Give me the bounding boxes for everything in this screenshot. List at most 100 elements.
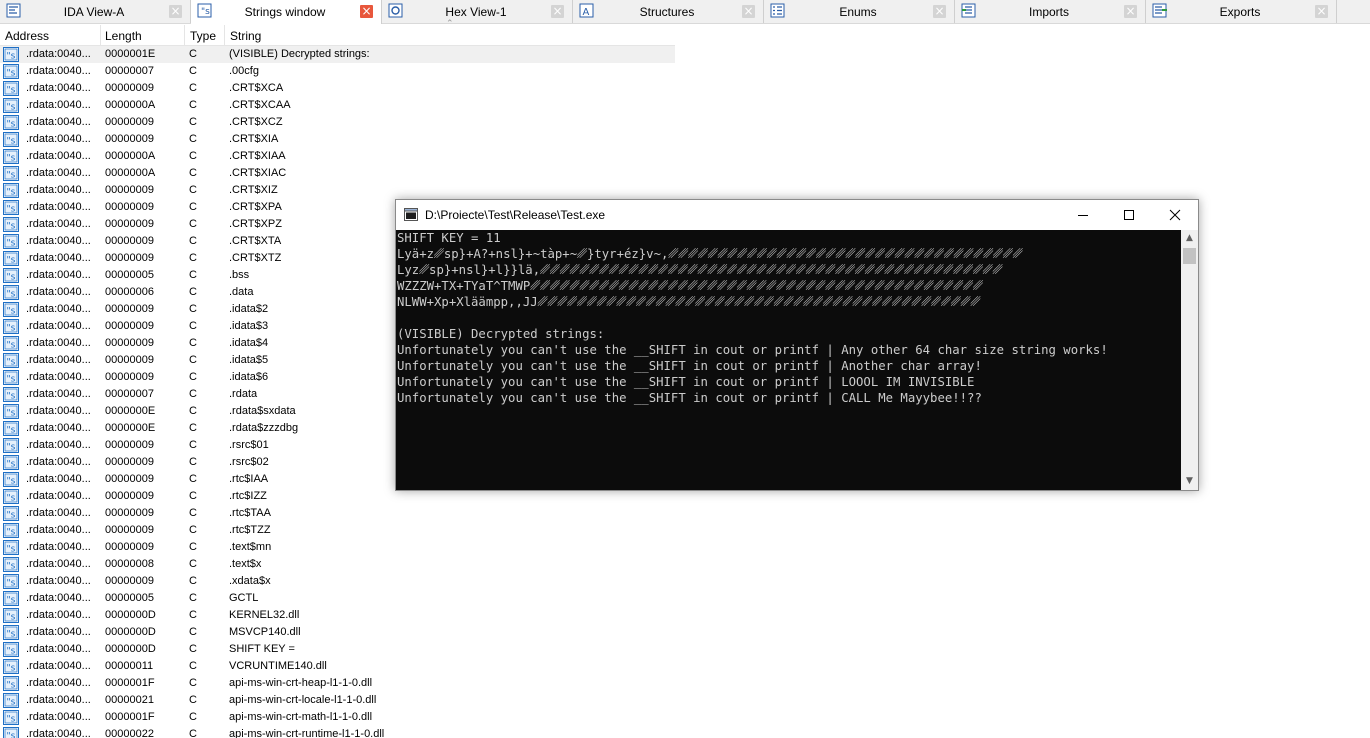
cell-string: .CRT$XPA [229, 201, 282, 213]
svg-text:"s: "s [7, 596, 16, 606]
cell-address: .rdata:0040... [26, 286, 91, 298]
table-row[interactable]: "s .rdata:0040... 00000005 C GCTL [0, 590, 675, 607]
close-icon[interactable]: × [1124, 5, 1137, 18]
table-row[interactable]: "s .rdata:0040... 0000000D C KERNEL32.dll [0, 607, 675, 624]
table-row[interactable]: "s .rdata:0040... 00000009 C .CRT$XIZ [0, 182, 675, 199]
svg-text:"s: "s [7, 494, 16, 504]
table-row[interactable]: "s .rdata:0040... 0000001F Capi-ms-win-crt-… [0, 709, 675, 726]
tab-ida-view-a[interactable]: IDA View-A × [0, 0, 191, 23]
svg-text:"s: "s [201, 7, 210, 17]
cell-type: C [189, 405, 197, 417]
table-row[interactable]: "s .rdata:0040... 00000022 Capi-ms-win-crt-… [0, 726, 675, 738]
table-row[interactable]: "s .rdata:0040... 0000000D C MSVCP140.dll [0, 624, 675, 641]
cell-string: .xdata$x [229, 575, 271, 587]
minimize-button[interactable] [1060, 200, 1106, 230]
enums-icon [770, 3, 785, 18]
svg-text:"s: "s [7, 562, 16, 572]
string-item-icon: "s [3, 217, 19, 232]
scroll-down-icon[interactable]: ▼ [1181, 473, 1198, 490]
maximize-button[interactable] [1106, 200, 1152, 230]
table-row[interactable]: "s .rdata:0040... 00000021 Capi-ms-win-crt-… [0, 692, 675, 709]
table-row[interactable]: "s .rdata:0040... 00000011 C VCRUNTIME140.dl… [0, 658, 675, 675]
column-divider [185, 25, 225, 46]
strings-icon: "s [197, 3, 212, 18]
cell-type: C [189, 626, 197, 638]
cell-address: .rdata:0040... [26, 116, 91, 128]
string-item-icon: "s [3, 149, 19, 164]
table-row[interactable]: "s .rdata:0040... 00000009 C .rtc$TZZ [0, 522, 675, 539]
window-titlebar[interactable]: D:\Proiecte\Test\Release\Test.exe [396, 200, 1198, 230]
cell-string: .00cfg [229, 65, 259, 77]
cell-length: 00000009 [105, 524, 154, 536]
close-icon[interactable]: × [169, 5, 182, 18]
cell-string: VCRUNTIME140.dll [229, 660, 327, 672]
table-row[interactable]: "s .rdata:0040... 0000001E C (VISIBLE) Decry… [0, 46, 675, 63]
tab-imports[interactable]: Imports × [955, 0, 1146, 23]
close-button[interactable] [1152, 200, 1198, 230]
table-row[interactable]: "s .rdata:0040... 00000009 C .CRT$XCA [0, 80, 675, 97]
scrollbar-thumb[interactable] [1183, 248, 1196, 264]
cell-type: C [189, 507, 197, 519]
cell-length: 00000009 [105, 320, 154, 332]
string-item-icon: "s [3, 523, 19, 538]
tab-hex-view-1[interactable]: Hex View-1 × [382, 0, 573, 23]
cell-type: C [189, 388, 197, 400]
table-row[interactable]: "s .rdata:0040... 00000009 C .xdata$x [0, 573, 675, 590]
cell-length: 00000022 [105, 728, 154, 738]
cell-address: .rdata:0040... [26, 201, 91, 213]
close-icon[interactable]: × [360, 5, 373, 18]
svg-text:"s: "s [7, 256, 16, 266]
scroll-up-icon[interactable]: ▲ [1181, 230, 1198, 247]
tab-enums[interactable]: Enums × [764, 0, 955, 23]
tab-exports[interactable]: Exports × [1146, 0, 1337, 23]
table-row[interactable]: "s .rdata:0040... 0000000D C SHIFT KEY = [0, 641, 675, 658]
string-item-icon: "s [3, 387, 19, 402]
string-item-icon: "s [3, 302, 19, 317]
cell-type: C [189, 133, 197, 145]
table-row[interactable]: "s .rdata:0040... 00000009 C .CRT$XCZ [0, 114, 675, 131]
table-row[interactable]: "s .rdata:0040... 00000007 C .00cfg [0, 63, 675, 80]
cell-string: .rtc$IZZ [229, 490, 267, 502]
column-header-string[interactable]: String [230, 29, 261, 43]
console-window[interactable]: D:\Proiecte\Test\Release\Test.exe SHIFT … [395, 199, 1199, 491]
cell-length: 00000009 [105, 439, 154, 451]
cell-type: C [189, 201, 197, 213]
cell-type: C [189, 660, 197, 672]
tab-structures[interactable]: A Structures × [573, 0, 764, 23]
table-row[interactable]: "s .rdata:0040... 00000009 C .rtc$TAA [0, 505, 675, 522]
cell-string: .bss [229, 269, 250, 281]
table-row[interactable]: "s .rdata:0040... 0000000A C .CRT$XIAA [0, 148, 675, 165]
svg-text:"s: "s [7, 545, 16, 555]
close-icon[interactable]: × [551, 5, 564, 18]
cell-length: 00000009 [105, 354, 154, 366]
cell-length: 00000009 [105, 371, 154, 383]
close-icon[interactable]: × [742, 5, 755, 18]
tab-bar: IDA View-A × "s Strings window × Hex Vie… [0, 0, 1370, 29]
table-row[interactable]: "s .rdata:0040... 0000000A C .CRT$XCAA [0, 97, 675, 114]
close-icon[interactable]: × [933, 5, 946, 18]
table-row[interactable]: "s .rdata:0040... 00000009 C .CRT$XIA [0, 131, 675, 148]
vertical-scrollbar[interactable]: ▲ ▼ [1181, 230, 1198, 490]
svg-text:"s: "s [7, 511, 16, 521]
string-item-icon: "s [3, 489, 19, 504]
table-row[interactable]: "s .rdata:0040... 00000009 C .text$mn [0, 539, 675, 556]
tab-label: Enums [839, 5, 877, 19]
cell-string: .CRT$XTA [229, 235, 282, 247]
table-row[interactable]: "s .rdata:0040... 0000000A C .CRT$XIAC [0, 165, 675, 182]
tab-strings-window[interactable]: "s Strings window × [191, 0, 382, 24]
cell-string: .idata$2 [229, 303, 269, 315]
cell-string: .CRT$XCZ [229, 116, 283, 128]
cell-string: .CRT$XIZ [229, 184, 278, 196]
cell-string: .rsrc$01 [229, 439, 269, 451]
cell-length: 00000006 [105, 286, 154, 298]
close-icon[interactable]: × [1315, 5, 1328, 18]
string-item-icon: "s [3, 727, 19, 738]
cell-address: .rdata:0040... [26, 626, 91, 638]
console-output[interactable]: SHIFT KEY = 11 Lyä+z␥sp}+A?+nsl}+~tàp+~␥}… [396, 230, 1181, 490]
svg-text:"s: "s [7, 443, 16, 453]
string-item-icon: "s [3, 47, 19, 62]
table-row[interactable]: "s .rdata:0040... 0000001F Capi-ms-win-crt-… [0, 675, 675, 692]
cell-string: .idata$3 [229, 320, 269, 332]
cell-string: .idata$6 [229, 371, 269, 383]
table-row[interactable]: "s .rdata:0040... 00000008 C .text$x [0, 556, 675, 573]
